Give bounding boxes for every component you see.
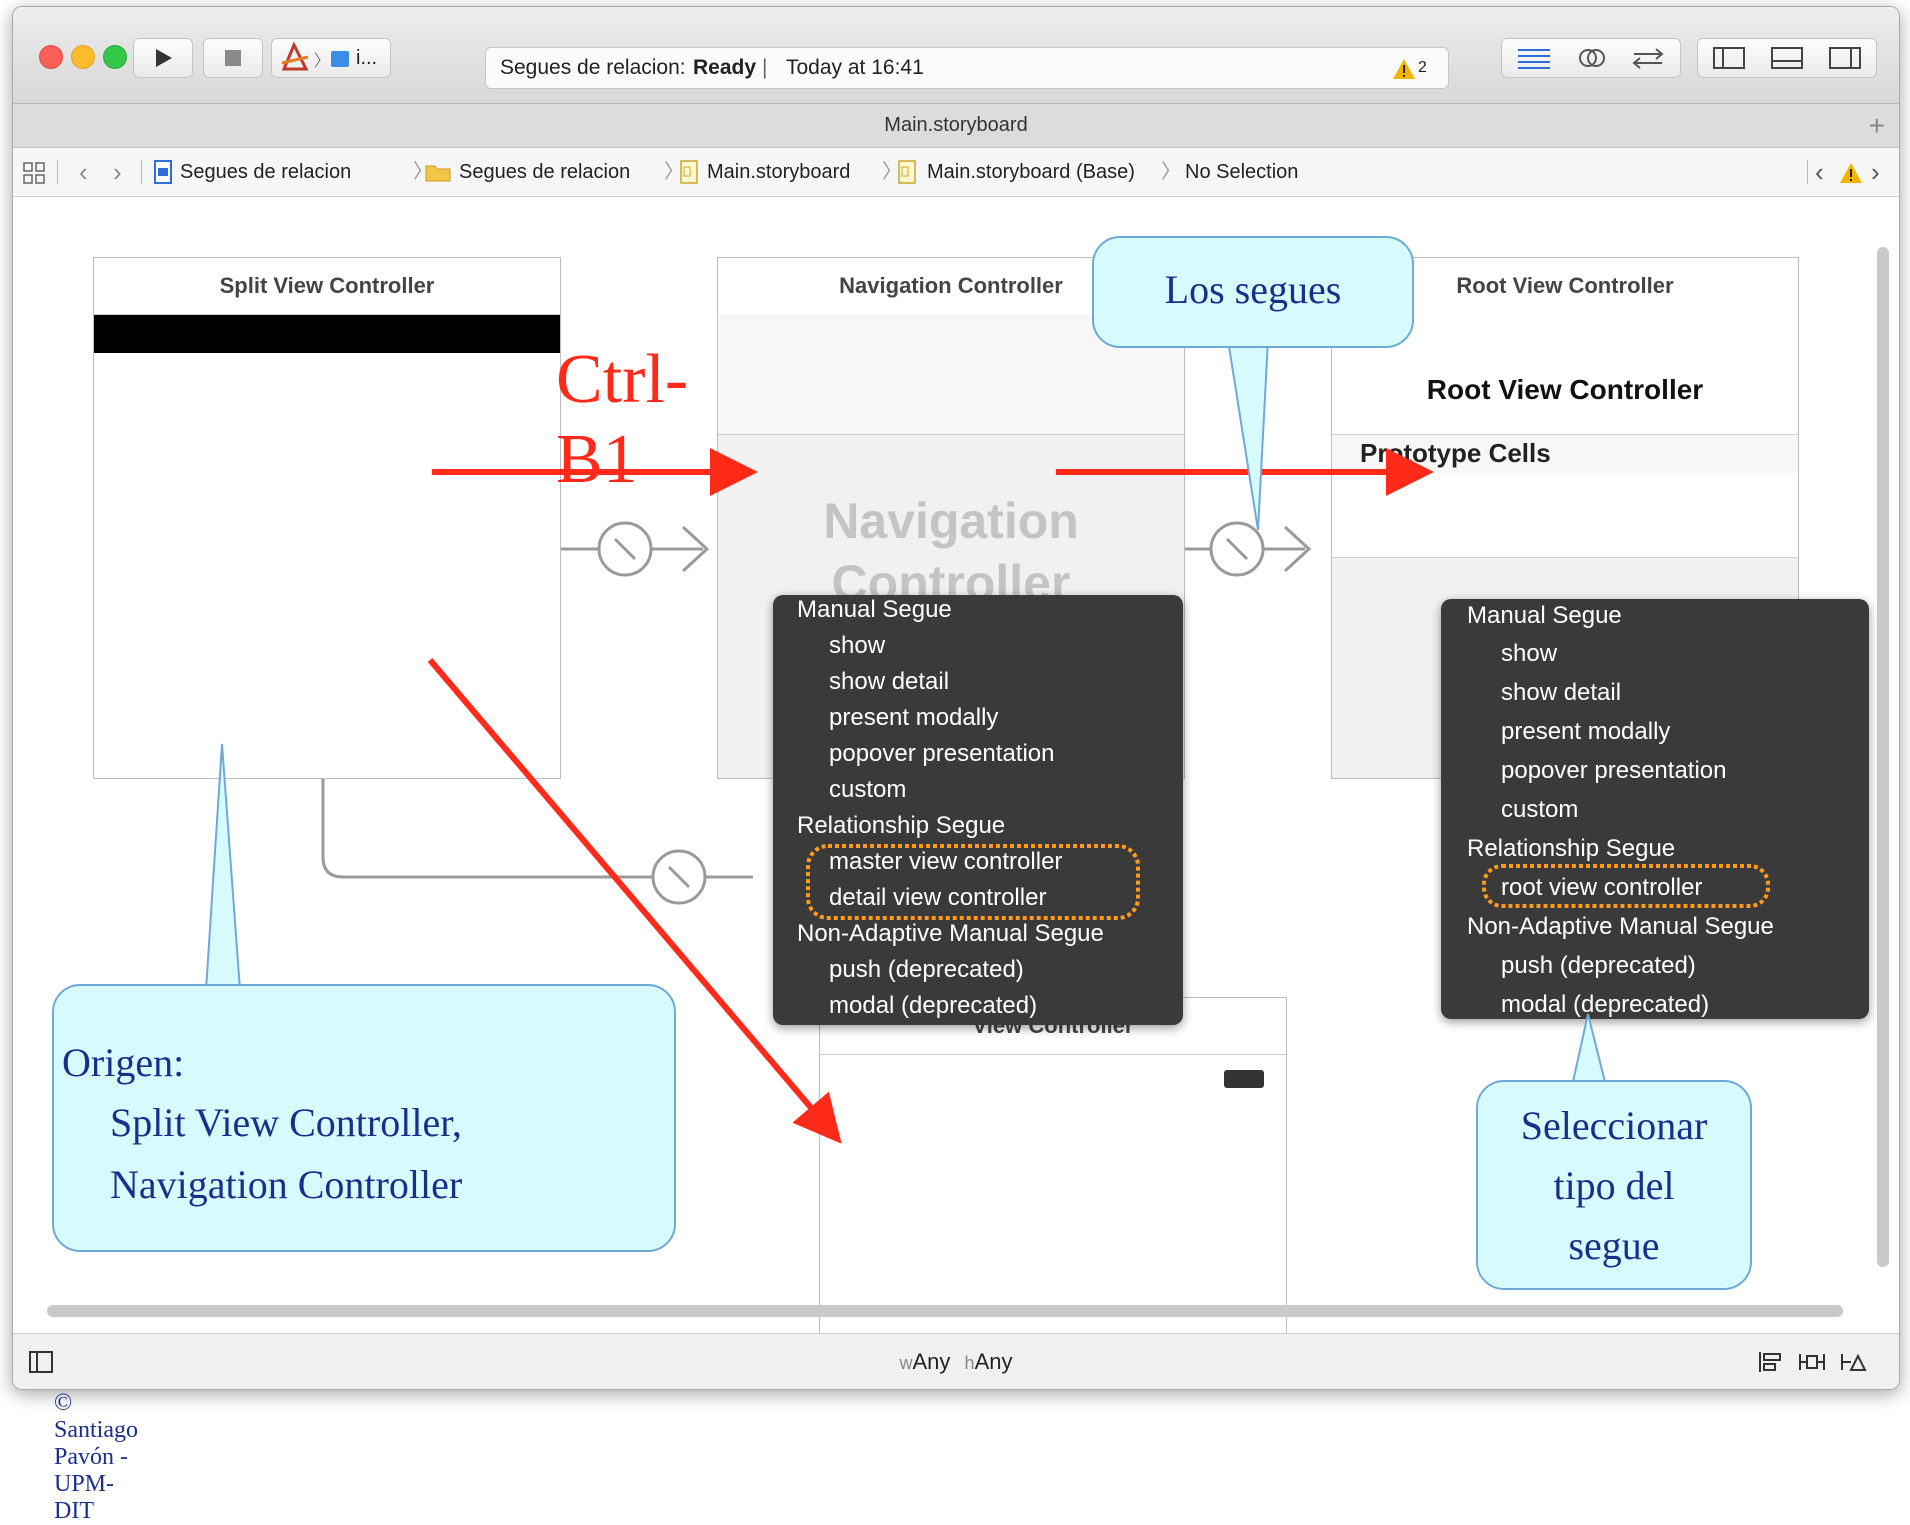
callout-pointers bbox=[204, 339, 1608, 1087]
seleccionar-callout: Seleccionar tipo del segue bbox=[1476, 1080, 1752, 1290]
copyright-footer: © Santiago Pavón - UPM-DIT bbox=[54, 1390, 138, 1524]
origen-callout: Origen: Split View Controller, Navigatio… bbox=[52, 984, 676, 1252]
ctrl-annotation: Ctrl-B1 bbox=[556, 341, 689, 498]
los-segues-callout: Los segues bbox=[1092, 236, 1414, 348]
highlight-outlines bbox=[806, 844, 1770, 920]
